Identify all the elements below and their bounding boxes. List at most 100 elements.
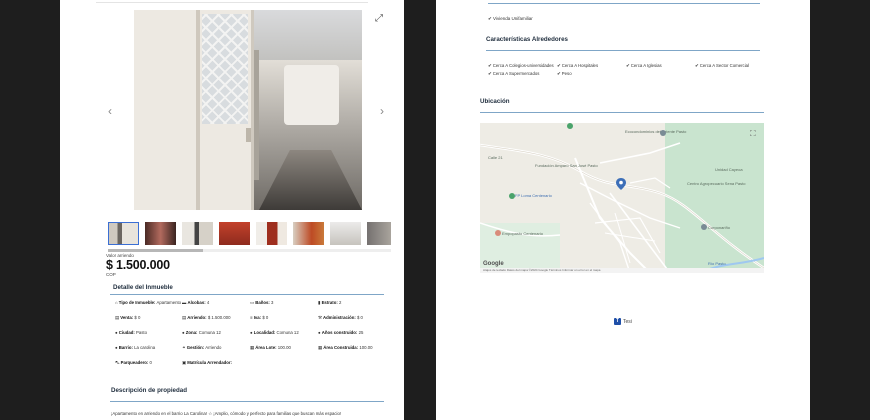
detail-value: Pasto bbox=[136, 330, 147, 335]
detail-label: Área Lote: bbox=[255, 345, 277, 350]
thumbnail-scrollbar[interactable] bbox=[108, 249, 391, 252]
price-value: $ 1.500.000 bbox=[106, 258, 170, 272]
map-label: Corponariño bbox=[708, 225, 731, 230]
map-label: Fundación Amparo San José Pasto bbox=[535, 163, 598, 168]
thumbnail[interactable] bbox=[293, 222, 324, 245]
google-logo: Google bbox=[483, 261, 504, 267]
detail-item: ● Ciudad: Pasto bbox=[115, 330, 182, 345]
thumbnail[interactable] bbox=[145, 222, 176, 245]
photo-door-glass bbox=[202, 14, 248, 124]
detail-label: Parqueadero: bbox=[120, 360, 149, 365]
scrollbar-thumb[interactable] bbox=[108, 249, 203, 252]
brand-logo: T Tesi bbox=[614, 318, 632, 325]
detail-grid: ⌂ Tipo de Inmueble: Apartamento ▬ Alcobas… bbox=[115, 300, 387, 375]
detail-value: La carolina bbox=[134, 345, 156, 350]
thumbnail[interactable] bbox=[182, 222, 213, 245]
detail-label: Gestión: bbox=[186, 345, 205, 350]
detail-value: Comuna 12 bbox=[198, 330, 221, 335]
section-divider bbox=[480, 112, 764, 113]
photo-door-handle bbox=[246, 128, 251, 142]
detail-item: ▬ Alcobas: 4 bbox=[182, 300, 250, 315]
thumbnail[interactable] bbox=[367, 222, 391, 245]
fullscreen-icon[interactable]: ⛶ bbox=[750, 129, 756, 139]
feature-item: ✔ Cerca A Iglesias bbox=[626, 63, 662, 68]
detail-value: $ 0 bbox=[262, 315, 269, 320]
detail-label: Estrato: bbox=[321, 300, 338, 305]
detail-item: ⚒ Administración: $ 0 bbox=[318, 315, 387, 330]
detail-label: Área Construida: bbox=[323, 345, 359, 350]
detail-value: 3 bbox=[271, 300, 274, 305]
detail-item: ▤ Venta: $ 0 bbox=[115, 315, 182, 330]
section-divider bbox=[486, 50, 760, 51]
detail-value: 100.00 bbox=[359, 345, 373, 350]
map-label: Empopasto Centenario bbox=[502, 231, 543, 236]
thumbnail-strip bbox=[108, 222, 391, 246]
detail-label: Administración: bbox=[323, 315, 356, 320]
map-label: Calle 21 bbox=[488, 155, 503, 160]
feature-item: ✔ Peso bbox=[557, 71, 572, 77]
detail-label: Localidad: bbox=[253, 330, 276, 335]
thumbnail[interactable] bbox=[330, 222, 361, 245]
location-pin-icon[interactable] bbox=[616, 178, 626, 190]
detail-label: Zona: bbox=[185, 330, 198, 335]
brand-name: Tesi bbox=[623, 318, 632, 325]
detail-label: Ciudad: bbox=[118, 330, 135, 335]
detail-item: ▭ Baños: 3 bbox=[250, 300, 318, 315]
brand-mark-icon: T bbox=[614, 318, 621, 325]
detail-label: Tipo de Inmueble: bbox=[118, 300, 156, 305]
detail-section-title: Detalle del Inmueble bbox=[113, 284, 173, 291]
detail-label: Venta: bbox=[120, 315, 134, 320]
photo-arch bbox=[284, 65, 339, 125]
location-map[interactable]: Ecocondominios del Oriente Pasto Fundaci… bbox=[480, 123, 764, 273]
detail-item: ▣ Matrícula Arrendador: bbox=[182, 360, 250, 375]
detail-item: ▤ Arriendo: $ 1.500.000 bbox=[182, 315, 250, 330]
section-divider bbox=[110, 294, 384, 295]
detail-label: Iva: bbox=[253, 315, 262, 320]
detail-item: ● Localidad: Comuna 12 bbox=[250, 330, 318, 345]
detail-item: ● Zona: Comuna 12 bbox=[182, 330, 250, 345]
detail-item: ● Años construido: 25 bbox=[318, 330, 387, 345]
detail-value: $ 0 bbox=[134, 315, 141, 320]
section-divider bbox=[110, 401, 384, 402]
next-arrow-icon[interactable]: › bbox=[380, 104, 384, 118]
top-divider bbox=[96, 2, 368, 3]
detail-value: $ 1.500.000 bbox=[207, 315, 231, 320]
feature-item: ✔ Cerca A Sector Comercial bbox=[695, 63, 749, 68]
property-page-right: ✔ Vivienda Unifamiliar Características A… bbox=[436, 0, 810, 420]
detail-label: Baños: bbox=[255, 300, 270, 305]
detail-label: Años construido: bbox=[321, 330, 358, 335]
detail-value: Comuna 12 bbox=[276, 330, 299, 335]
map-poi-icon[interactable] bbox=[509, 193, 515, 199]
map-label: Unidad Cayeoa bbox=[715, 167, 743, 172]
prev-arrow-icon[interactable]: ‹ bbox=[108, 104, 112, 118]
feature-item: ✔ Cerca A Colegios-universidades bbox=[488, 63, 554, 68]
detail-label: Matrícula Arrendador: bbox=[187, 360, 232, 365]
detail-item: ⚭ Gestión: Arriendo bbox=[182, 345, 250, 360]
detail-item: ⛍ Parqueadero: 0 bbox=[115, 360, 182, 375]
feature-item: ✔ Cerca A Hospitales bbox=[557, 63, 599, 68]
main-photo[interactable] bbox=[134, 10, 362, 210]
map-poi-icon[interactable] bbox=[701, 224, 707, 230]
detail-value: 0 bbox=[149, 360, 152, 365]
map-poi-icon[interactable] bbox=[660, 130, 666, 136]
detail-label: Barrio: bbox=[118, 345, 133, 350]
thumbnail[interactable] bbox=[108, 222, 139, 245]
detail-item: ● Barrio: La carolina bbox=[115, 345, 182, 360]
map-label: Río Pasto bbox=[708, 261, 726, 266]
map-attribution[interactable]: Atajos de teclado Datos del mapa ©2024 G… bbox=[480, 268, 764, 273]
fullscreen-icon[interactable]: ⤢ bbox=[375, 13, 383, 24]
detail-label: Alcobas: bbox=[187, 300, 206, 305]
photo-door-frame bbox=[196, 10, 200, 210]
map-poi-icon[interactable] bbox=[495, 230, 501, 236]
thumbnail[interactable] bbox=[256, 222, 287, 245]
description-text: ¡Apartamento en arriendo en el barrio La… bbox=[111, 411, 342, 416]
detail-value: 25 bbox=[358, 330, 364, 335]
detail-value: $ 0 bbox=[356, 315, 363, 320]
detail-item: ▦ Área Construida: 100.00 bbox=[318, 345, 387, 360]
feature-item: ✔ Cerca A Supermercados bbox=[488, 71, 540, 77]
detail-value: 4 bbox=[206, 300, 210, 305]
detail-value: 2 bbox=[339, 300, 342, 305]
map-poi-icon[interactable] bbox=[567, 123, 573, 129]
thumbnail[interactable] bbox=[219, 222, 250, 245]
vivienda-feature: ✔ Vivienda Unifamiliar bbox=[488, 16, 533, 21]
